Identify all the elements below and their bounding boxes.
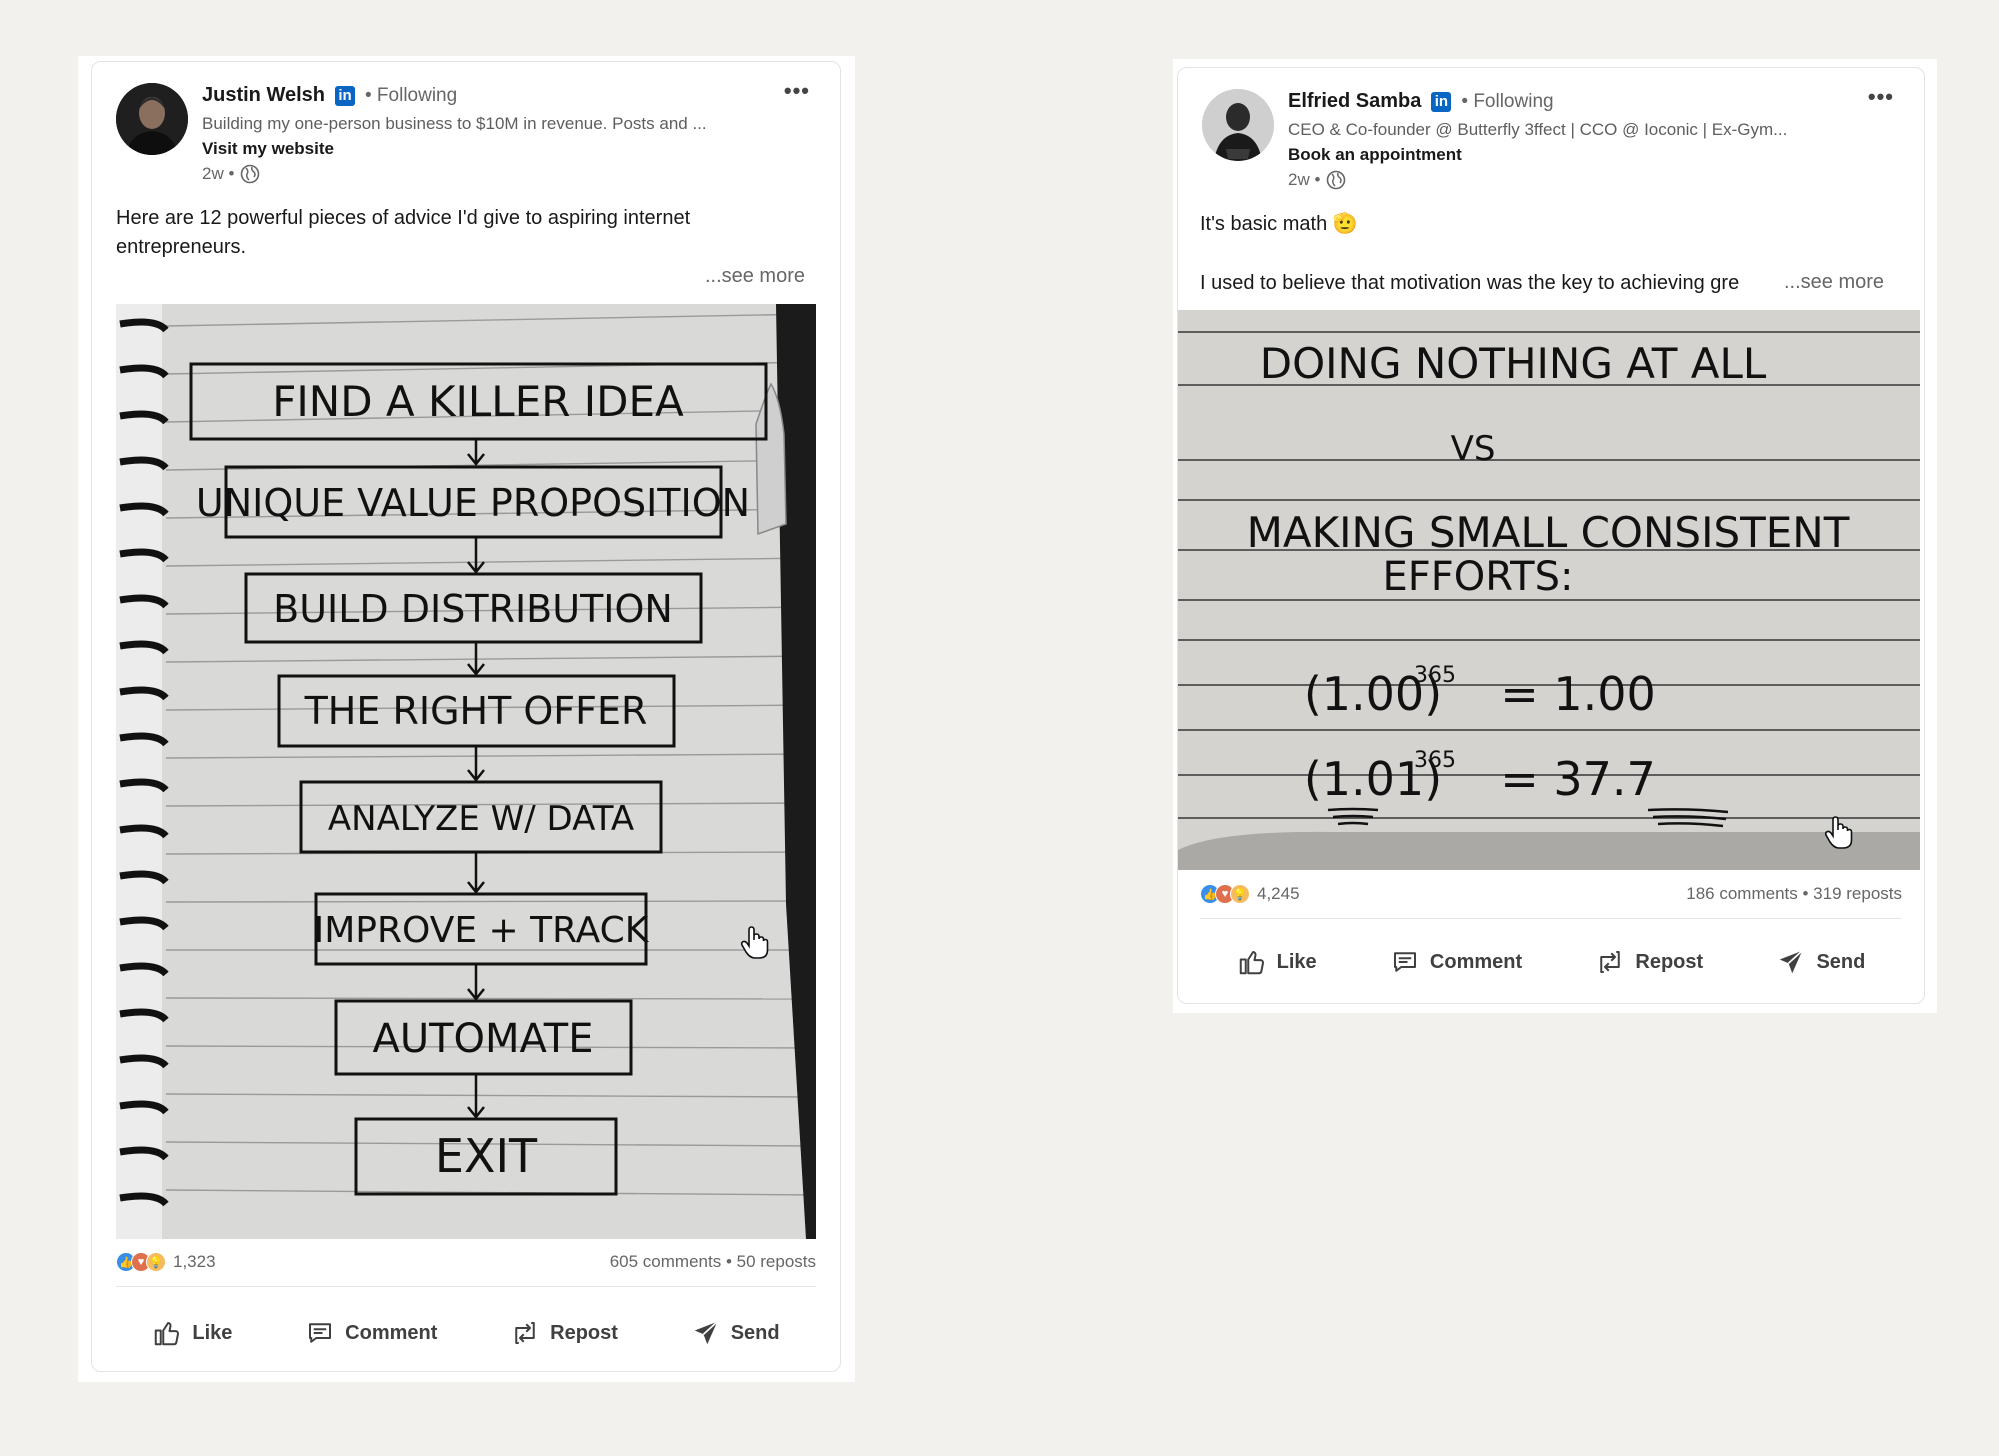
more-options-icon[interactable]: ••• — [784, 78, 810, 104]
avatar[interactable] — [1202, 89, 1274, 161]
image-text: THE RIGHT OFFER — [304, 689, 648, 733]
author-name[interactable]: Elfried Samba — [1288, 90, 1421, 113]
image-text: EXIT — [435, 1129, 538, 1183]
post-time: 2w • — [1288, 170, 1321, 189]
post-meta: 2w • — [1288, 170, 1346, 190]
send-button[interactable]: Send — [1776, 947, 1865, 977]
image-text: VS — [1451, 429, 1496, 469]
post-time: 2w • — [202, 164, 235, 183]
post-image[interactable]: DOING NOTHING AT ALL VS MAKING SMALL CON… — [1178, 310, 1920, 870]
image-text: AUTOMATE — [372, 1016, 593, 1062]
send-button[interactable]: Send — [691, 1318, 780, 1348]
author-headline: CEO & Co-founder @ Butterfly 3ffect | CC… — [1288, 120, 1788, 139]
post-meta: 2w • — [202, 164, 260, 184]
repost-icon — [515, 1322, 535, 1344]
image-text: 365 — [1414, 748, 1456, 773]
reaction-icons: 👍 ♥ 💡 — [1200, 884, 1250, 904]
follow-status: • Following — [1461, 90, 1554, 112]
divider — [1200, 918, 1902, 919]
author-headline: Building my one-person business to $10M … — [202, 114, 707, 133]
divider — [116, 1286, 816, 1287]
notebook-illustration: FIND A KILLER IDEA UNIQUE VALUE PROPOSIT… — [116, 304, 816, 1239]
reaction-count: 1,323 — [173, 1252, 216, 1271]
send-label: Send — [1816, 950, 1866, 973]
comment-label: Comment — [1429, 950, 1523, 973]
repost-button[interactable]: Repost — [1595, 947, 1703, 977]
author-row: Justin Welsh in • Following — [202, 84, 457, 107]
globe-icon — [241, 164, 260, 184]
comments-reposts-count[interactable]: 605 comments • 50 reposts — [610, 1252, 816, 1272]
repost-label: Repost — [1635, 950, 1704, 973]
send-icon — [1780, 950, 1804, 974]
see-more-link[interactable]: ...see more — [1784, 271, 1884, 294]
reaction-count: 4,245 — [1257, 884, 1300, 903]
hand-cursor-icon — [1824, 816, 1853, 849]
image-text: DOING NOTHING AT ALL — [1260, 339, 1767, 388]
like-icon — [155, 1322, 180, 1346]
send-icon — [694, 1321, 718, 1345]
image-text: UNIQUE VALUE PROPOSITION — [196, 481, 750, 525]
reaction-icons: 👍 ♥ 💡 — [116, 1252, 166, 1272]
notebook-illustration: DOING NOTHING AT ALL VS MAKING SMALL CON… — [1178, 310, 1920, 870]
image-text: BUILD DISTRIBUTION — [273, 587, 673, 631]
post-image[interactable]: FIND A KILLER IDEA UNIQUE VALUE PROPOSIT… — [116, 304, 816, 1239]
repost-icon — [1600, 951, 1621, 973]
image-text: ANALYZE W/ DATA — [328, 799, 634, 839]
post-card-justin-welsh: Justin Welsh in • Following Building my … — [91, 61, 841, 1372]
linkedin-icon: in — [1431, 91, 1452, 112]
insightful-reaction-icon: 💡 — [146, 1252, 166, 1272]
repost-label: Repost — [550, 1321, 618, 1344]
image-text: MAKING SMALL CONSISTENT — [1247, 508, 1850, 557]
image-text: = 1.00 — [1500, 667, 1656, 721]
image-text: = 37.7 — [1500, 752, 1656, 806]
reactions-summary[interactable]: 👍 ♥ 💡 4,245 — [1200, 884, 1300, 904]
post-text-line-1: It's basic math 🫡 — [1200, 213, 1358, 235]
avatar[interactable] — [116, 83, 188, 155]
like-label: Like — [1276, 950, 1317, 973]
image-text: IMPROVE + TRACK — [314, 910, 650, 951]
comment-label: Comment — [345, 1321, 438, 1344]
comment-icon — [1393, 952, 1416, 972]
post-text-line-2: I used to believe that motivation was th… — [1200, 272, 1740, 294]
visit-website-link[interactable]: Visit my website — [202, 139, 334, 159]
book-appointment-link[interactable]: Book an appointment — [1288, 145, 1462, 165]
more-options-icon[interactable]: ••• — [1868, 84, 1894, 110]
see-more-link[interactable]: ...see more — [705, 265, 805, 288]
post-card-elfried-samba: Elfried Samba in • Following CEO & Co-fo… — [1177, 67, 1925, 1004]
image-text: EFFORTS: — [1383, 554, 1574, 600]
follow-status: • Following — [365, 84, 458, 106]
comment-icon — [309, 1323, 332, 1343]
like-button[interactable]: Like — [1237, 947, 1317, 977]
globe-icon — [1327, 170, 1346, 190]
linkedin-icon: in — [335, 85, 355, 106]
action-bar: Like Comment Repost Send — [1200, 938, 1902, 986]
author-name[interactable]: Justin Welsh — [202, 84, 325, 107]
reactions-summary[interactable]: 👍 ♥ 💡 1,323 — [116, 1252, 216, 1272]
like-button[interactable]: Like — [152, 1318, 232, 1348]
image-text: FIND A KILLER IDEA — [272, 377, 684, 426]
author-row: Elfried Samba in • Following — [1288, 90, 1554, 113]
send-label: Send — [730, 1321, 780, 1344]
like-icon — [1239, 951, 1264, 975]
action-bar: Like Comment Repost Send — [116, 1309, 816, 1357]
image-text: 365 — [1414, 663, 1456, 688]
post-text: Here are 12 powerful pieces of advice I'… — [116, 207, 691, 258]
insightful-reaction-icon: 💡 — [1230, 884, 1250, 904]
comment-button[interactable]: Comment — [305, 1318, 437, 1348]
comment-button[interactable]: Comment — [1390, 947, 1522, 977]
hand-cursor-icon — [740, 926, 769, 959]
repost-button[interactable]: Repost — [510, 1318, 618, 1348]
like-label: Like — [192, 1321, 233, 1344]
comments-reposts-count[interactable]: 186 comments • 319 reposts — [1686, 884, 1902, 904]
